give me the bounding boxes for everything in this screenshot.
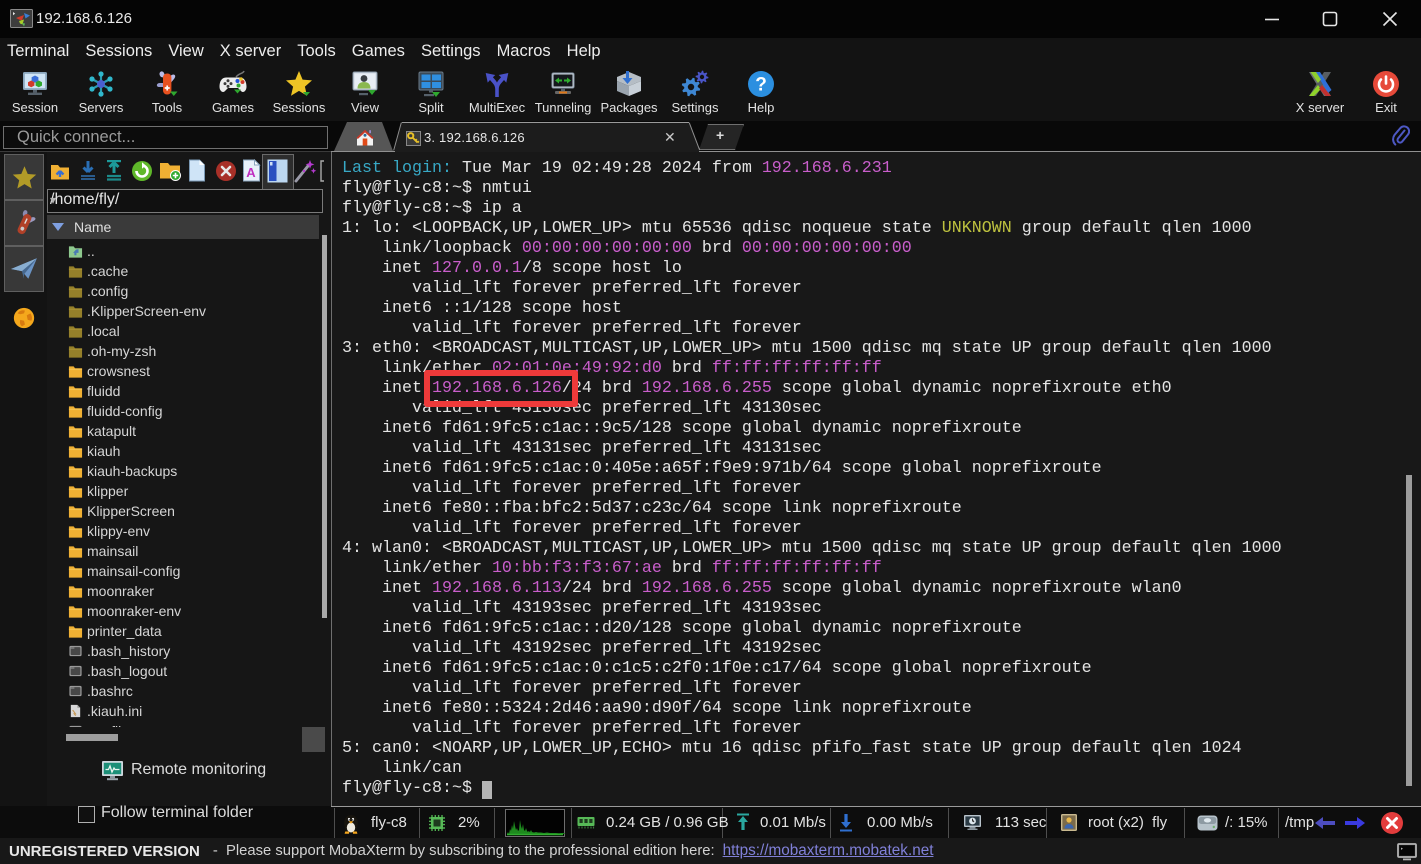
svg-text:A: A (246, 165, 256, 180)
svg-text:?: ? (755, 75, 767, 96)
